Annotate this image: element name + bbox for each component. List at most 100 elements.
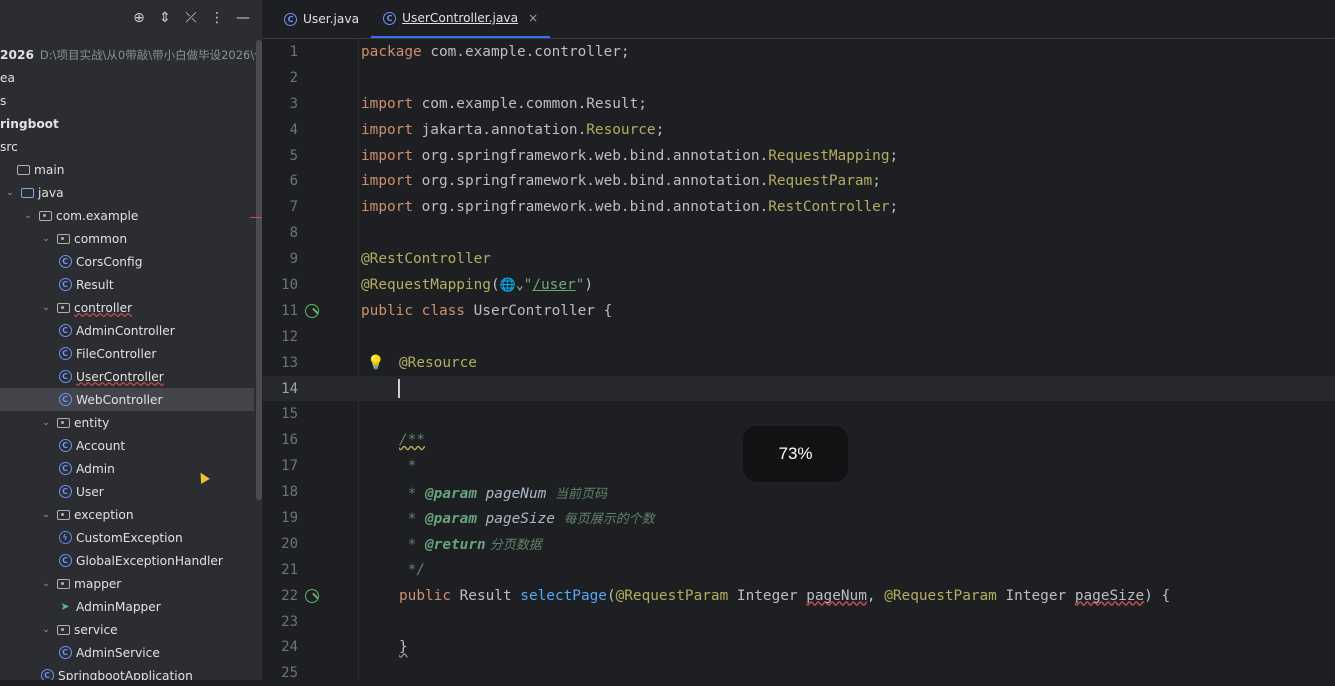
code-line-19: 19 * @param pageSize 每页展示的个数 bbox=[281, 509, 655, 528]
tree-item-label: Account bbox=[76, 438, 126, 453]
tree-item-label: java bbox=[38, 185, 64, 200]
chevron-down-icon[interactable]: ⌄ bbox=[40, 579, 52, 589]
tree-item[interactable]: C User bbox=[0, 480, 254, 503]
tree-item-label: AdminController bbox=[76, 323, 175, 338]
tree-item[interactable]: C UserController bbox=[0, 365, 254, 388]
zoom-indicator: 73% bbox=[743, 426, 848, 482]
tree-item[interactable]: C FileController bbox=[0, 342, 254, 365]
tab-label: User.java bbox=[303, 12, 360, 26]
tree-item-label: mapper bbox=[74, 576, 122, 591]
java-class-icon: C bbox=[58, 255, 72, 269]
tree-item-label: AdminMapper bbox=[76, 599, 161, 614]
code-line-24: 24} bbox=[281, 639, 408, 656]
tree-item[interactable]: ⌄ java bbox=[0, 181, 254, 204]
tree-item[interactable]: C Account bbox=[0, 434, 254, 457]
code-editor: C User.java C UserController.java × 1 pac… bbox=[262, 0, 1335, 681]
tree-item[interactable]: C GlobalExceptionHandler bbox=[0, 549, 254, 572]
code-line-18: 18 * @param pageNum 当前页码 bbox=[281, 484, 607, 502]
chevron-down-icon[interactable]: ⌄ bbox=[40, 303, 52, 313]
java-class-icon: C bbox=[58, 393, 72, 407]
tree-item[interactable]: ϟ CustomException bbox=[0, 526, 254, 549]
tree-item-label: Result bbox=[76, 277, 114, 292]
editor-tabbar: C User.java C UserController.java × bbox=[262, 0, 1335, 39]
java-class-icon: C bbox=[58, 462, 72, 476]
code-line-6: 6 import org.springframework.web.bind.ann… bbox=[289, 173, 881, 190]
tab-user-java[interactable]: C User.java bbox=[272, 0, 371, 38]
tree-item-label: exception bbox=[74, 507, 134, 522]
tree-item[interactable]: C CorsConfig bbox=[0, 250, 254, 273]
exception-class-icon: ϟ bbox=[58, 531, 72, 545]
tree-item-label: service bbox=[74, 622, 118, 637]
code-area[interactable]: 1 package com.example.controller; 2 3 impo… bbox=[262, 39, 1335, 686]
package-icon bbox=[56, 232, 70, 246]
tree-item[interactable]: ⌄ controller bbox=[0, 296, 254, 319]
lightbulb-icon[interactable]: 💡 bbox=[367, 355, 384, 371]
expand-all-icon[interactable]: ⇕ bbox=[156, 9, 174, 27]
tree-item-label: s bbox=[0, 93, 7, 108]
tree-item-label: src bbox=[0, 139, 18, 154]
options-icon[interactable]: ⋮ bbox=[208, 9, 226, 27]
tree-item[interactable]: C AdminController bbox=[0, 319, 254, 342]
tree-item[interactable]: src bbox=[0, 135, 254, 158]
java-class-icon: C bbox=[58, 485, 72, 499]
code-line-25: 25 bbox=[281, 665, 298, 682]
code-line-20: 20 * @return 分页数据 bbox=[281, 535, 542, 554]
tree-item[interactable]: C WebController bbox=[0, 388, 254, 411]
tree-item[interactable]: ea bbox=[0, 66, 254, 89]
tab-usercontroller-java[interactable]: C UserController.java × bbox=[371, 0, 551, 38]
chevron-down-icon[interactable]: ⌄ bbox=[4, 188, 16, 198]
tree-item-label: CustomException bbox=[76, 530, 183, 545]
project-panel: ⊕ ⇕ ⤫ ⋮ — 2026 D:\项目实战\从0带敲\带小白做毕设2026\代码… bbox=[0, 0, 262, 680]
java-class-icon: C bbox=[58, 439, 72, 453]
tree-item[interactable]: ⌄ service bbox=[0, 618, 254, 641]
tree-item[interactable]: ➤ AdminMapper bbox=[0, 595, 254, 618]
code-line-14: 14 bbox=[262, 375, 1335, 402]
tree-item[interactable]: ringboot bbox=[0, 112, 254, 135]
tree-item[interactable]: ⌄ mapper bbox=[0, 572, 254, 595]
hide-panel-icon[interactable]: — bbox=[234, 9, 252, 27]
chevron-down-icon[interactable]: ⌄ bbox=[40, 234, 52, 244]
code-line-2: 2 bbox=[289, 69, 298, 86]
locate-icon[interactable]: ⊕ bbox=[130, 9, 148, 27]
chevron-down-icon[interactable]: ⌄ bbox=[40, 418, 52, 428]
tree-item[interactable]: ⌄ entity bbox=[0, 411, 254, 434]
tree-item[interactable]: main bbox=[0, 158, 254, 181]
tree-item[interactable]: s bbox=[0, 89, 254, 112]
java-class-icon: C bbox=[58, 324, 72, 338]
tree-item[interactable]: C Result bbox=[0, 273, 254, 296]
project-toolbar: ⊕ ⇕ ⤫ ⋮ — bbox=[130, 6, 252, 30]
tree-item[interactable]: 2026 D:\项目实战\从0带敲\带小白做毕设2026\代码 bbox=[0, 43, 262, 66]
tree-item-label: 2026 bbox=[0, 47, 34, 62]
spring-bean-icon[interactable] bbox=[304, 303, 320, 319]
tree-item-label: entity bbox=[74, 415, 110, 430]
package-icon bbox=[56, 577, 70, 591]
collapse-all-icon[interactable]: ⤫ bbox=[182, 9, 200, 27]
close-icon[interactable]: × bbox=[528, 11, 538, 25]
tree-item-label: UserController bbox=[76, 369, 164, 384]
chevron-down-icon[interactable]: ⌄ bbox=[40, 625, 52, 635]
tree-item[interactable]: ⌄ exception bbox=[0, 503, 254, 526]
chevron-down-icon[interactable]: ⌄ bbox=[40, 510, 52, 520]
code-line-10: 10 @RequestMapping(🌐⌄"/user") bbox=[281, 276, 593, 293]
tree-item[interactable]: ⌄ common bbox=[0, 227, 254, 250]
spring-endpoint-icon[interactable] bbox=[304, 588, 320, 604]
tree-item-label: Admin bbox=[76, 461, 115, 476]
tree-item[interactable]: C Admin bbox=[0, 457, 254, 480]
code-line-7: 7 import org.springframework.web.bind.ann… bbox=[289, 199, 899, 216]
tree-item[interactable]: C SpringbootApplication bbox=[0, 664, 254, 680]
java-class-icon: C bbox=[58, 278, 72, 292]
folder-icon bbox=[16, 163, 30, 177]
tree-item[interactable]: C AdminService bbox=[0, 641, 254, 664]
mapper-interface-icon: ➤ bbox=[60, 600, 70, 613]
package-icon bbox=[56, 301, 70, 315]
tree-item[interactable]: ⌄ com.example bbox=[0, 204, 254, 227]
tree-item-label: SpringbootApplication bbox=[58, 668, 193, 681]
tree-item-label: controller bbox=[74, 300, 133, 315]
tree-item-label: WebController bbox=[76, 392, 163, 407]
code-line-22: 22 public Result selectPage(@RequestParam… bbox=[281, 587, 1171, 604]
tree-item-label: FileController bbox=[76, 346, 157, 361]
chevron-down-icon[interactable]: ⌄ bbox=[22, 211, 34, 221]
code-line-8: 8 bbox=[289, 225, 298, 242]
tree-item-label: common bbox=[74, 231, 128, 246]
java-class-icon: C bbox=[58, 646, 72, 660]
